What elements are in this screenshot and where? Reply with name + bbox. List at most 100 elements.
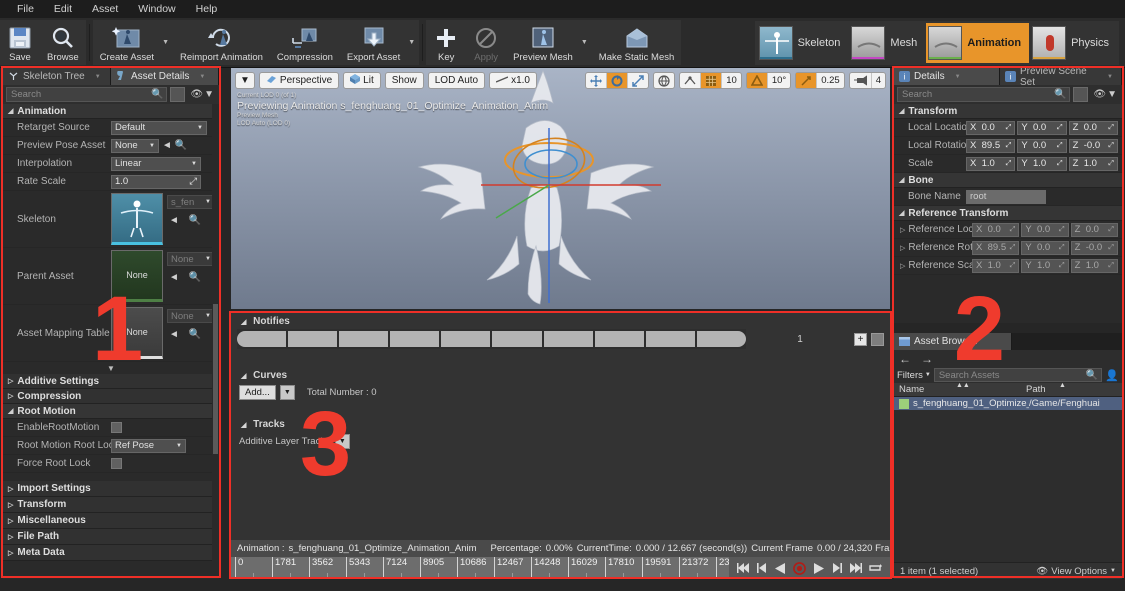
add-notify-track-button[interactable]: + [854,332,867,346]
scale-z[interactable]: Z 1.0 ⤢ [1068,156,1118,171]
category-meta-data[interactable]: ▷ Meta Data [3,545,219,561]
notify-segment[interactable] [645,331,697,347]
viewport-lod-button[interactable]: LOD Auto [427,72,486,89]
create-asset-button[interactable]: Create Asset [93,20,161,65]
menu-item-edit[interactable]: Edit [45,1,81,17]
add-curve-dropdown[interactable]: ▼ [279,385,295,400]
enable-root-motion-checkbox[interactable] [111,422,122,433]
record-icon[interactable] [793,561,806,575]
notify-segment[interactable] [492,331,544,347]
grid-view-button[interactable] [170,87,186,102]
step-back-icon[interactable] [757,563,768,573]
step-back-begin-icon[interactable] [737,563,750,573]
notify-segment[interactable] [594,331,646,347]
notify-segment[interactable] [237,331,289,347]
viewport-playrate-button[interactable]: x1.0 [489,72,537,89]
scale-snap-toggle[interactable] [796,73,818,88]
notifies-header[interactable]: ◢ Notifies [231,313,890,329]
table-row[interactable]: s_fenghuang_01_Optimize_Ani /Game/Fenghu… [894,397,1122,411]
world-coord-button[interactable] [654,73,674,88]
scale-y[interactable]: Y 1.0 ⤢ [1017,156,1067,171]
tab-asset-details[interactable]: Asset Details ▼ [111,68,219,85]
right-grid-view-button[interactable] [1073,87,1089,102]
local-rotation-x[interactable]: X 89.5 ⤢ [966,138,1016,153]
search-icon[interactable]: 🔍 [151,89,163,100]
mode-animation[interactable]: Animation [926,23,1030,63]
rotate-tool-button[interactable] [607,73,629,88]
category-bone[interactable]: ◢ Bone [894,173,1122,188]
menu-item-window[interactable]: Window [129,1,184,17]
triangle-right-icon-8[interactable]: ▷ [900,226,905,234]
mode-physics[interactable]: Physics [1030,23,1117,63]
add-curve-button[interactable]: Add... [239,385,276,400]
menu-item-help[interactable]: Help [187,1,227,17]
angle-snap-value[interactable]: 10° [768,73,790,88]
force-root-lock-checkbox[interactable] [111,458,122,469]
spinner-icon-sx[interactable]: ⤢ [1006,160,1012,168]
column-name[interactable]: Name ▲▲ [894,382,1026,395]
right-search-input[interactable]: Search 🔍 [897,87,1071,102]
export-asset-button[interactable]: Export Asset [340,20,407,65]
viewport-options-button[interactable]: ▼ [235,72,255,89]
move-tool-button[interactable] [586,73,608,88]
search-icon-3[interactable]: 🔍 [1086,370,1098,381]
skeleton-use-selected-icon[interactable]: ◄ [169,215,179,226]
left-panel-scrollbar[interactable] [212,104,219,579]
make-static-mesh-button[interactable]: Make Static Mesh [592,20,682,65]
preview-mesh-button[interactable]: Preview Mesh [506,20,580,65]
left-search-input[interactable]: Search 🔍 [6,87,168,102]
retarget-source-combo[interactable]: Default ▼ [111,120,207,135]
category-transform[interactable]: ▷ Transform [3,497,219,513]
interpolation-combo[interactable]: Linear ▼ [111,156,201,171]
search-icon-2[interactable]: 🔍 [1054,89,1066,100]
chevron-down-icon-11[interactable]: ▼ [955,74,961,80]
step-forward-end-icon[interactable] [849,563,862,573]
skeleton-thumbnail[interactable] [111,193,163,245]
viewport-show-button[interactable]: Show [384,72,424,89]
view-options-button[interactable]: 👁 ▼ [188,89,216,100]
use-selected-asset-icon[interactable]: ◄ [162,140,172,151]
category-root-motion[interactable]: ◢ Root Motion [3,404,219,419]
step-forward-icon[interactable] [831,563,842,573]
create-asset-dropdown-caret[interactable]: ▼ [161,39,173,46]
grid-snap-value[interactable]: 10 [722,73,741,88]
browse-button[interactable]: Browse [40,20,86,65]
spinner-icon-z[interactable]: ⤢ [1108,124,1114,132]
category-miscellaneous[interactable]: ▷ Miscellaneous [3,513,219,529]
key-button[interactable]: Key [426,20,466,65]
apply-button[interactable]: Apply [466,20,506,65]
triangle-right-icon-9[interactable]: ▷ [900,244,905,252]
tab-skeleton-tree[interactable]: Skeleton Tree ▼ [3,68,111,85]
notify-segment[interactable] [543,331,595,347]
tab-preview-scene-settings[interactable]: i Preview Scene Set ▼ [1000,66,1122,88]
notify-segment[interactable] [696,331,746,347]
right-view-options-button[interactable]: 👁 ▼ [1091,89,1119,100]
category-file-path[interactable]: ▷ File Path [3,529,219,545]
skeleton-browse-icon[interactable]: 🔍 [189,215,201,226]
local-rotation-y[interactable]: Y 0.0 ⤢ [1017,138,1067,153]
spinner-icon-y[interactable]: ⤢ [1057,124,1063,132]
notify-segment[interactable] [390,331,442,347]
category-import-settings[interactable]: ▷ Import Settings [3,481,219,497]
local-rotation-z[interactable]: Z -0.0 ⤢ [1068,138,1118,153]
chevron-down-icon[interactable]: ▼ [95,74,101,80]
mode-mesh[interactable]: Mesh [849,23,925,63]
skeleton-asset-combo[interactable]: s_fen ▼ [167,195,215,209]
spinner-icon-rz[interactable]: ⤢ [1108,142,1114,150]
export-asset-dropdown-caret[interactable]: ▼ [407,39,419,46]
scale-tool-button[interactable] [628,73,648,88]
viewport-perspective-button[interactable]: Perspective [258,72,340,89]
asset-mapping-combo[interactable]: None ▼ [167,309,215,323]
bone-name-value[interactable]: root [966,189,1046,204]
spinner-icon-x[interactable]: ⤢ [1006,124,1012,132]
spinner-icon-ry[interactable]: ⤢ [1057,142,1063,150]
play-icon[interactable] [813,562,824,574]
notifies-track[interactable] [237,329,746,349]
notify-options-button[interactable] [871,332,884,346]
parent-asset-combo[interactable]: None ▼ [167,252,215,266]
notify-segment[interactable] [441,331,493,347]
surface-snap-button[interactable] [680,73,702,88]
save-button[interactable]: Save [0,20,40,65]
scale-x[interactable]: X 1.0 ⤢ [966,156,1016,171]
notify-segment[interactable] [288,331,340,347]
